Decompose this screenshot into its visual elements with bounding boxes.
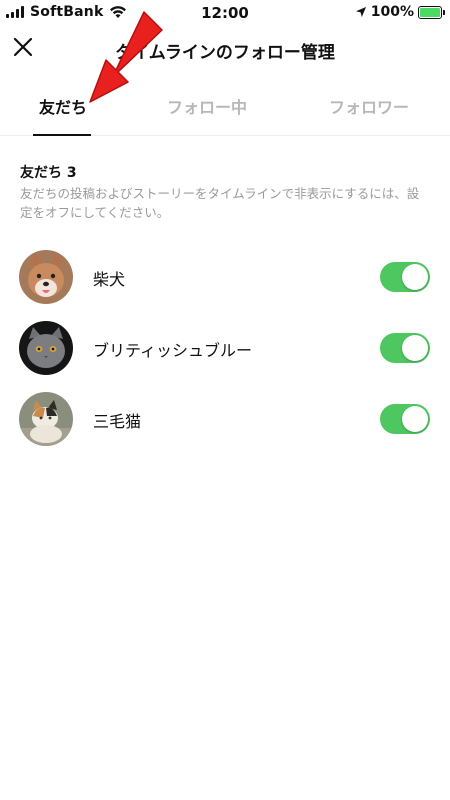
follow-toggle[interactable]	[380, 262, 430, 292]
friend-list: 柴犬 ブリティッシュブルー 三毛猫	[0, 242, 450, 455]
active-tab-indicator	[33, 134, 91, 136]
follow-toggle[interactable]	[380, 333, 430, 363]
friend-name: 三毛猫	[93, 412, 142, 431]
battery-icon	[418, 5, 445, 19]
page-title: タイムラインのフォロー管理	[115, 43, 335, 63]
avatar-british-blue-cat[interactable]	[19, 321, 73, 375]
friend-name: 柴犬	[93, 270, 126, 289]
friend-name: ブリティッシュブルー	[93, 341, 253, 360]
tab-bar: 友だち フォロー中 フォロワー	[0, 84, 450, 136]
toggle-knob	[402, 335, 428, 361]
status-bar: SoftBank 12:00 100%	[0, 0, 450, 26]
friends-count-heading: 友だち 3	[20, 165, 77, 181]
tab-label: フォロワー	[328, 98, 409, 117]
status-right: 100%	[355, 4, 445, 20]
list-item: ブリティッシュブルー	[0, 313, 450, 384]
avatar-calico-cat[interactable]	[19, 392, 73, 446]
avatar-shiba-dog[interactable]	[19, 250, 73, 304]
follow-toggle[interactable]	[380, 404, 430, 434]
header: タイムラインのフォロー管理	[0, 26, 450, 72]
friends-description: 友だちの投稿およびストーリーをタイムラインで非表示にするには、設定をオフにしてく…	[20, 186, 420, 220]
list-item: 三毛猫	[0, 384, 450, 455]
tab-following[interactable]: フォロー中	[126, 84, 288, 135]
location-arrow-icon	[355, 7, 366, 17]
battery-fill	[420, 7, 440, 17]
tab-friends[interactable]: 友だち	[0, 84, 126, 136]
tab-followers[interactable]: フォロワー	[288, 84, 450, 135]
toggle-knob	[402, 264, 428, 290]
toggle-knob	[402, 406, 428, 432]
battery-percent: 100%	[370, 4, 414, 20]
tab-label: 友だち	[38, 98, 87, 117]
tab-label: フォロー中	[166, 98, 247, 117]
list-item: 柴犬	[0, 242, 450, 313]
